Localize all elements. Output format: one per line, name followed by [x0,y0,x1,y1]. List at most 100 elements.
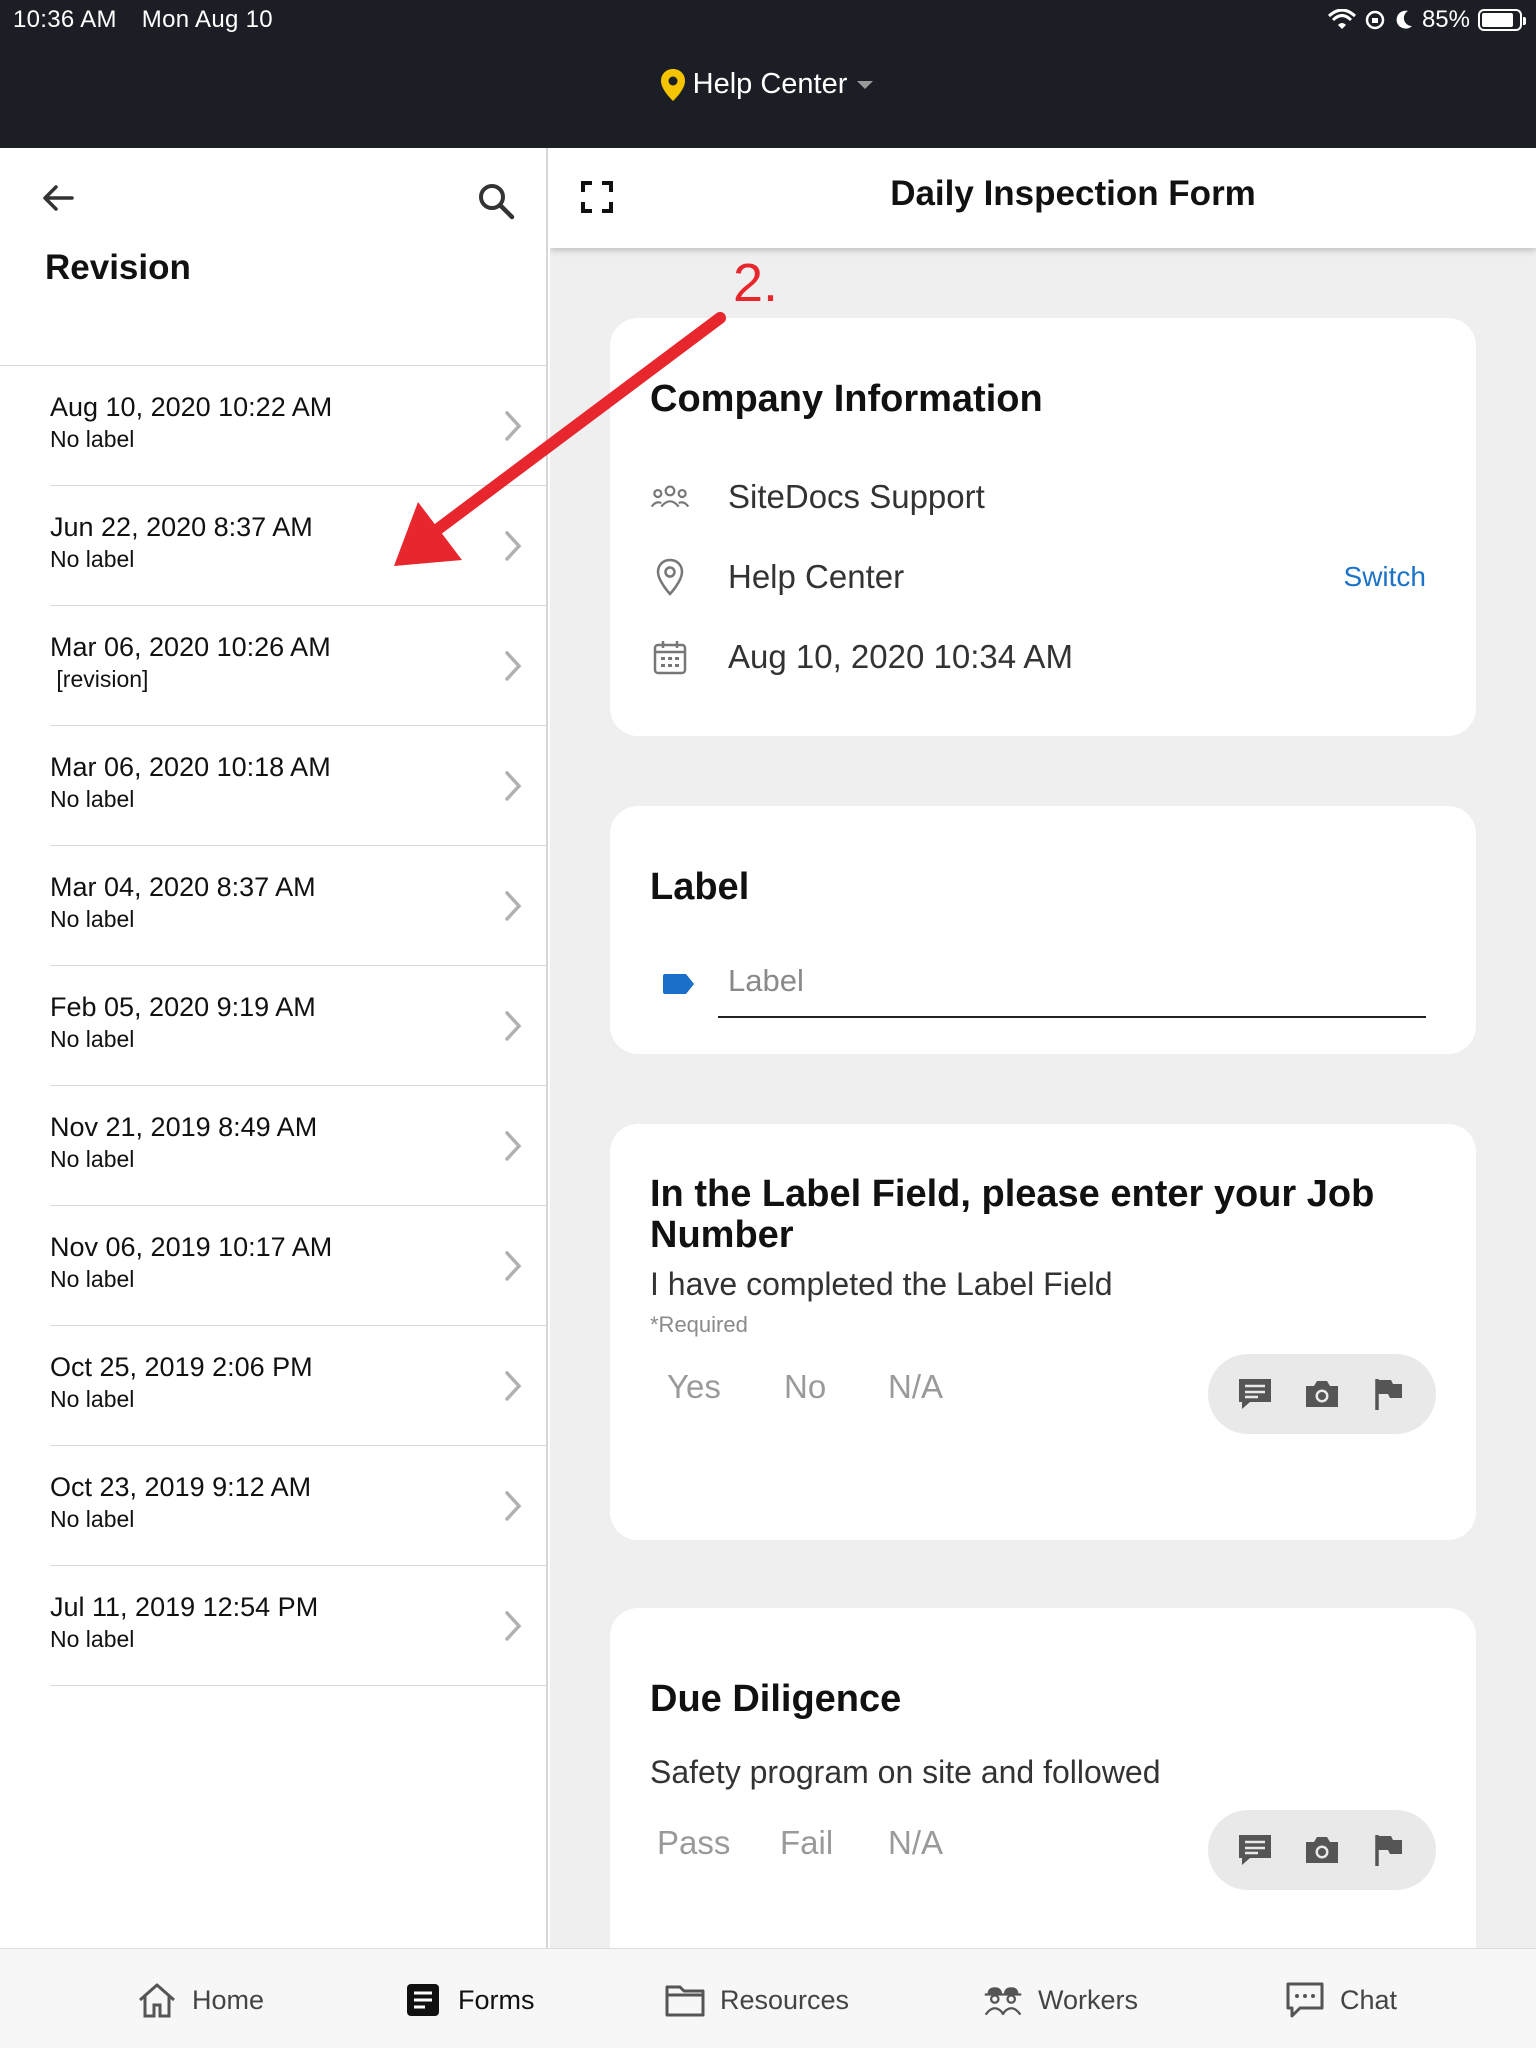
chevron-right-icon [505,651,522,681]
chat-icon [1284,1979,1326,2021]
revision-label: No label [50,906,135,932]
form-panel: Daily Inspection Form Company Informatio… [550,148,1536,1948]
question-actions [1208,1354,1436,1434]
revision-item[interactable]: Oct 25, 2019 2:06 PM No label [50,1326,546,1446]
nav-forms[interactable]: Forms [402,1979,535,2021]
revision-date: Mar 04, 2020 8:37 AM [50,872,316,902]
revision-item[interactable]: Mar 06, 2020 10:26 AM [revision] [50,606,546,726]
label-input-row [650,946,1426,1018]
battery-percent: 85% [1421,6,1470,33]
due-diligence-title: Due Diligence [650,1678,902,1720]
chevron-right-icon [505,1611,522,1641]
revision-date: Oct 25, 2019 2:06 PM [50,1352,313,1382]
choice-no-button[interactable]: No [784,1368,826,1406]
nav-chat-label: Chat [1340,1984,1398,2015]
revision-date: Jul 11, 2019 12:54 PM [50,1592,319,1622]
revision-title: Revision [45,248,191,287]
revision-item[interactable]: Mar 04, 2020 8:37 AM No label [50,846,546,966]
revision-label: No label [50,1506,135,1532]
nav-chat[interactable]: Chat [1284,1979,1397,2021]
chevron-right-icon [505,531,522,561]
company-info-title: Company Information [650,378,1043,420]
bottom-nav: Home Forms Resources Workers Chat [0,1948,1536,2048]
company-row: SiteDocs Support [650,472,1426,522]
question-description: I have completed the Label Field [650,1266,1113,1302]
revision-date: Mar 06, 2020 10:18 AM [50,752,331,782]
top-bar: 10:36 AM Mon Aug 10 85% Help Center [0,0,1536,148]
choice-na-button[interactable]: N/A [888,1368,943,1406]
revision-item[interactable]: Nov 21, 2019 8:49 AM No label [50,1086,546,1206]
search-icon[interactable] [475,180,517,222]
revision-label: No label [50,786,135,812]
folder-icon [664,1979,706,2021]
form-title: Daily Inspection Form [890,174,1256,213]
switch-location-link[interactable]: Switch [1344,561,1426,593]
group-icon [650,485,690,508]
flag-icon[interactable] [1369,1830,1409,1870]
revision-label: No label [50,1146,135,1172]
revision-item[interactable]: Nov 06, 2019 10:17 AM No label [50,1206,546,1326]
nav-workers[interactable]: Workers [982,1979,1138,2021]
question-title: In the Label Field, please enter your Jo… [650,1173,1375,1256]
revision-item[interactable]: Aug 10, 2020 10:22 AM No label [50,366,546,486]
camera-icon[interactable] [1302,1830,1342,1870]
tag-icon [663,974,694,994]
date-row: Aug 10, 2020 10:34 AM [650,632,1426,682]
due-diligence-actions [1208,1810,1436,1890]
revision-date: Oct 23, 2019 9:12 AM [50,1472,312,1502]
revision-date: Jun 22, 2020 8:37 AM [50,512,313,542]
battery-fill [1482,13,1513,27]
status-time: 10:36 AM [13,6,117,33]
location-pin-icon [660,68,685,101]
choice-na-button[interactable]: N/A [888,1824,943,1862]
revision-label: [revision] [50,666,149,692]
revision-item[interactable]: Feb 05, 2020 9:19 AM No label [50,966,546,1086]
revision-label: No label [50,1026,135,1052]
revision-label: No label [50,1266,135,1292]
form-header: Daily Inspection Form [550,148,1536,248]
revision-item[interactable]: Oct 23, 2019 9:12 AM No label [50,1446,546,1566]
revision-label: No label [50,1386,135,1412]
choice-pass-button[interactable]: Pass [657,1824,730,1862]
back-arrow-icon[interactable] [38,178,78,218]
nav-workers-label: Workers [1038,1984,1139,2015]
nav-forms-label: Forms [458,1984,535,2015]
nav-home-label: Home [192,1984,265,2015]
chevron-right-icon [505,891,522,921]
nav-home[interactable]: Home [136,1979,264,2021]
revision-item[interactable]: Jun 22, 2020 8:37 AM No label [50,486,546,606]
revision-date: Feb 05, 2020 9:19 AM [50,992,316,1022]
camera-icon[interactable] [1302,1374,1342,1414]
revision-label: No label [50,546,135,572]
comment-icon[interactable] [1235,1830,1275,1870]
due-diligence-card: Due Diligence Safety program on site and… [610,1608,1476,1948]
revision-date: Nov 06, 2019 10:17 AM [50,1232,333,1262]
revision-label: No label [50,426,135,452]
location-switcher[interactable]: Help Center [0,68,1536,101]
chevron-right-icon [505,1371,522,1401]
revision-item[interactable]: Mar 06, 2020 10:18 AM No label [50,726,546,846]
revision-panel: Revision Aug 10, 2020 10:22 AM No label … [0,148,548,1948]
nav-resources[interactable]: Resources [664,1979,849,2021]
revision-date: Aug 10, 2020 10:22 AM [50,392,333,422]
location-name: Help Center [728,558,905,595]
flag-icon[interactable] [1369,1374,1409,1414]
job-number-question-card: In the Label Field, please enter your Jo… [610,1124,1476,1540]
choice-yes-button[interactable]: Yes [667,1368,721,1406]
home-icon [136,1979,178,2021]
revision-date: Mar 06, 2020 10:26 AM [50,632,331,662]
location-switcher-label: Help Center [692,68,848,100]
revision-item[interactable]: Jul 11, 2019 12:54 PM No label [50,1566,546,1686]
revision-header: Revision [0,148,546,366]
chevron-right-icon [505,1011,522,1041]
label-input[interactable] [718,946,1426,1018]
caret-down-icon [857,80,874,89]
chevron-right-icon [505,411,522,441]
calendar-icon [653,641,687,675]
battery-icon [1478,9,1526,31]
revision-label: No label [50,1626,135,1652]
label-card: Label [610,806,1476,1054]
choice-fail-button[interactable]: Fail [780,1824,833,1862]
status-bar-right: 85% [1327,6,1526,34]
comment-icon[interactable] [1235,1374,1275,1414]
